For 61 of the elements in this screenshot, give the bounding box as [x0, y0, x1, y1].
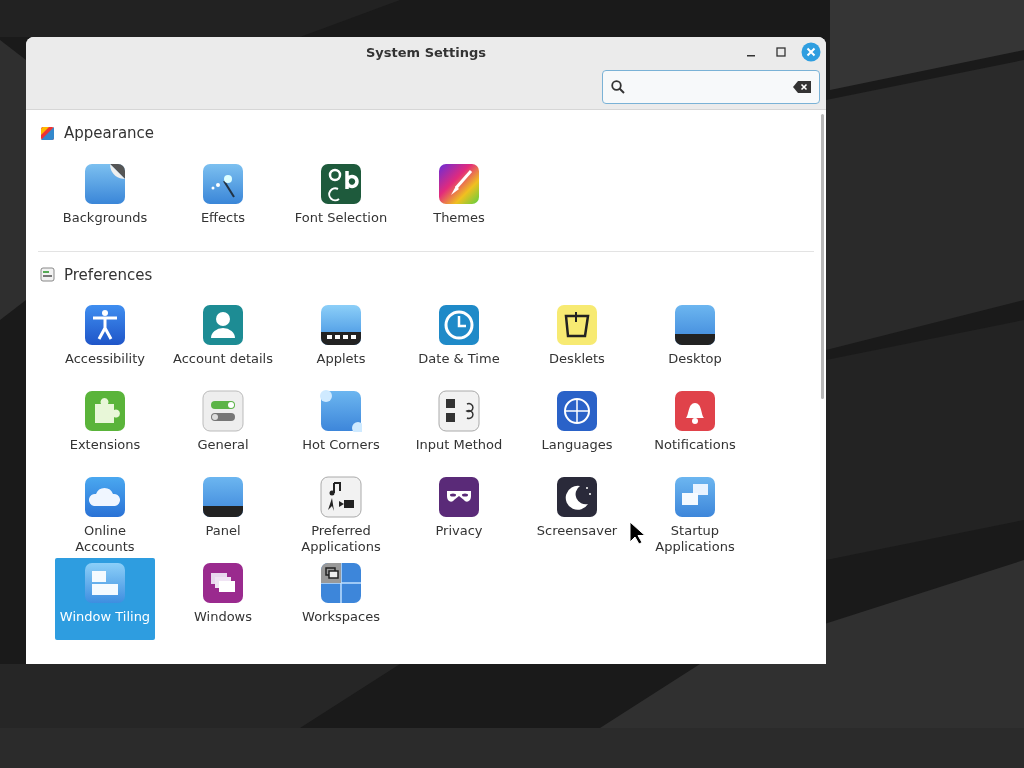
cursor-icon	[629, 521, 645, 545]
image-icon	[84, 162, 126, 205]
settings-item[interactable]: Applets	[291, 300, 391, 382]
settings-item[interactable]: Hot Corners	[291, 386, 391, 468]
settings-item[interactable]: Input Method	[409, 386, 509, 468]
maximize-icon	[776, 47, 786, 57]
windows-icon	[674, 476, 716, 518]
close-icon	[801, 42, 821, 62]
palette-icon	[40, 125, 55, 141]
clear-icon[interactable]	[793, 81, 811, 93]
section-title: Preferences	[64, 264, 153, 286]
settings-item[interactable]: Desktop	[645, 300, 745, 382]
panel-icon	[320, 304, 362, 346]
person-icon	[84, 304, 126, 346]
corners-icon	[320, 390, 362, 432]
settings-item[interactable]: Desklets	[527, 300, 627, 382]
puzzle-icon	[84, 390, 126, 432]
settings-item[interactable]: Workspaces	[291, 558, 391, 640]
windows-icon	[202, 562, 244, 604]
settings-item[interactable]: Startup Applications	[645, 472, 745, 554]
media-icon	[320, 476, 362, 518]
settings-item[interactable]: Preferred Applications	[291, 472, 391, 554]
globe-icon	[556, 390, 598, 432]
font-icon	[320, 162, 362, 205]
preferences-icon	[40, 267, 55, 283]
window-title: System Settings	[366, 44, 486, 62]
settings-item[interactable]: Accessibility	[55, 300, 155, 382]
minimize-icon	[747, 55, 755, 57]
wand-icon	[202, 162, 244, 205]
search-icon	[611, 80, 625, 94]
settings-item[interactable]: Online Accounts	[55, 472, 155, 554]
close-button[interactable]	[800, 41, 822, 63]
bell-icon	[674, 390, 716, 432]
brush-icon	[438, 162, 480, 205]
settings-item[interactable]: Backgrounds	[55, 158, 155, 241]
settings-item[interactable]: Languages	[527, 386, 627, 468]
cloud-icon	[84, 476, 126, 518]
scrollbar[interactable]	[821, 114, 824, 399]
monitor-icon	[674, 304, 716, 346]
settings-item[interactable]: Font Selection	[291, 158, 391, 241]
settings-item[interactable]: Notifications	[645, 386, 745, 468]
settings-item[interactable]: Themes	[409, 158, 509, 241]
grid-icon	[320, 562, 362, 604]
settings-item[interactable]: Privacy	[409, 472, 509, 554]
search-field[interactable]	[602, 70, 820, 104]
settings-item[interactable]: Screensaver	[527, 472, 627, 554]
settings-item[interactable]: Windows	[173, 558, 273, 640]
toggle-icon	[202, 390, 244, 432]
mask-icon	[438, 476, 480, 518]
panel-icon	[202, 476, 244, 518]
settings-item[interactable]: Panel	[173, 472, 273, 554]
tiling-icon	[84, 562, 126, 604]
settings-item[interactable]: Extensions	[55, 386, 155, 468]
settings-item[interactable]: Account details	[173, 300, 273, 382]
settings-item[interactable]: Date & Time	[409, 300, 509, 382]
user-icon	[202, 304, 244, 346]
clock-icon	[438, 304, 480, 346]
section-title: Appearance	[64, 123, 155, 144]
settings-item[interactable]: Effects	[173, 158, 273, 241]
moon-icon	[556, 476, 598, 518]
settings-item[interactable]: General	[173, 386, 273, 468]
